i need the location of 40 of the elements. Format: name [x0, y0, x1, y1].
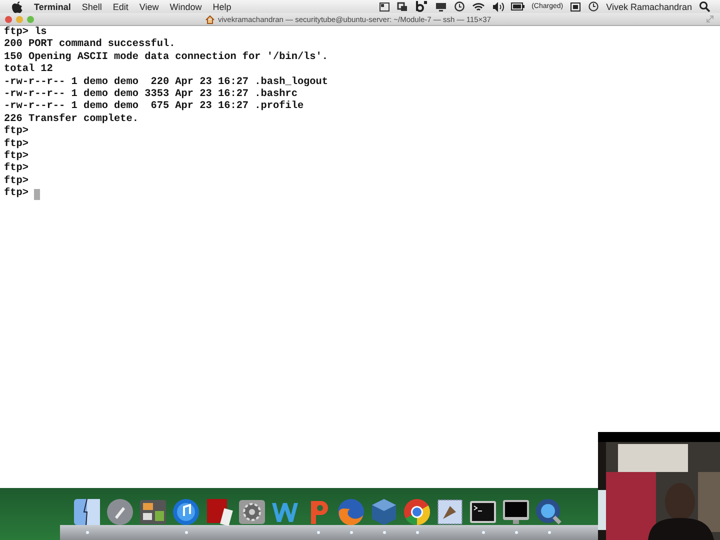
wifi-icon[interactable]: [472, 2, 485, 12]
home-icon: [205, 14, 215, 24]
terminal-line: -rw-r--r-- 1 demo demo 220 Apr 23 16:27 .bash_logout: [4, 76, 328, 88]
monitor-icon[interactable]: [501, 497, 531, 527]
terminal-line: ftp>: [4, 176, 28, 188]
terminal-line: ftp>: [4, 151, 28, 162]
terminal-line: -rw-r--r-- 1 demo demo 3353 Apr 23 16:27 .bashrc: [4, 89, 298, 100]
b-icon[interactable]: [414, 1, 428, 12]
settings-icon[interactable]: [237, 497, 267, 527]
photos-icon[interactable]: [138, 497, 168, 527]
search-icon[interactable]: [699, 1, 710, 12]
close-button[interactable]: [5, 16, 12, 22]
terminal-line: ftp>: [4, 126, 28, 138]
menu-item[interactable]: View: [139, 2, 159, 12]
music-icon[interactable]: [171, 497, 201, 527]
menu-item[interactable]: Edit: [112, 2, 128, 12]
battery-icon[interactable]: [510, 2, 525, 11]
window-icon[interactable]: [378, 2, 390, 12]
terminal-line: 226 Transfer complete.: [4, 114, 138, 126]
terminal-line: ftp>: [4, 188, 28, 201]
menu-item[interactable]: Window: [170, 2, 202, 12]
cube-icon[interactable]: [369, 497, 399, 527]
app-menu[interactable]: Terminal: [34, 2, 71, 12]
volume-icon[interactable]: [492, 2, 504, 12]
clock-icon[interactable]: [454, 1, 465, 12]
terminal-line: 200 PORT command successful.: [4, 39, 176, 52]
terminal-line: 150 Opening ASCII mode data connection for '/bin/ls'.: [4, 52, 328, 64]
user-name[interactable]: Vivek Ramachandran: [606, 2, 692, 12]
terminal-line: ftp>: [4, 138, 28, 150]
copy-icon[interactable]: [396, 2, 408, 12]
terminal-line: ftp> ls: [4, 27, 47, 39]
monitor-icon[interactable]: [434, 2, 447, 12]
clock-icon[interactable]: [588, 1, 600, 12]
terminal-line: -rw-r--r-- 1 demo demo 675 Apr 23 16:27 .profile: [4, 101, 304, 114]
menu-item[interactable]: Help: [212, 2, 232, 12]
terminal-line: total 12: [4, 64, 53, 77]
terminal-line: ftp>: [4, 163, 28, 176]
window-icon[interactable]: [570, 2, 582, 12]
menu-item[interactable]: Shell: [82, 2, 102, 12]
apple-icon[interactable]: [12, 0, 23, 12]
